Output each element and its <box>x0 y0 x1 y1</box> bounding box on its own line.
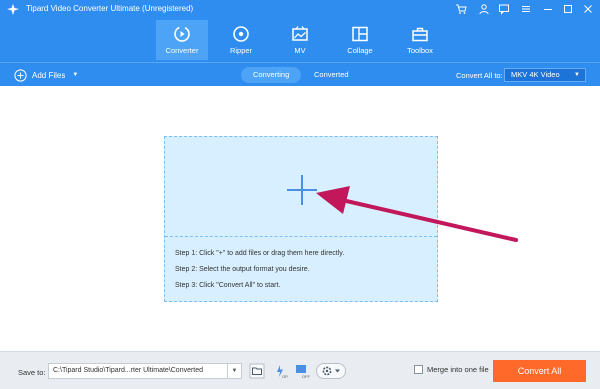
merge-checkbox[interactable] <box>414 365 423 374</box>
minimize-icon[interactable] <box>542 3 554 15</box>
output-format-select[interactable]: MKV 4K Video ▼ <box>504 68 586 82</box>
tab-converter-label: Converter <box>165 46 199 55</box>
bottom-bar: Save to: C:\Tipard Studio\Tipard...rter … <box>0 351 600 389</box>
hardware-acceleration-off-icon[interactable]: OFF <box>272 363 288 379</box>
toolbox-icon <box>412 27 428 42</box>
title-bar: Tipard Video Converter Ultimate (Unregis… <box>0 0 600 18</box>
chevron-down-icon: ▼ <box>574 72 580 78</box>
output-format-value: MKV 4K Video <box>511 70 560 79</box>
merge-label: Merge into one file <box>427 365 489 374</box>
tab-toolbox-label: Toolbox <box>407 46 433 55</box>
app-title: Tipard Video Converter Ultimate (Unregis… <box>26 4 194 13</box>
collage-icon <box>352 26 368 42</box>
convert-all-to-label: Convert All to: <box>456 71 503 80</box>
mv-icon <box>292 26 308 41</box>
tab-collage-label: Collage <box>347 46 373 55</box>
save-to-label: Save to: <box>18 368 46 377</box>
ripper-disc-icon <box>233 26 249 42</box>
add-files-label: Add Files <box>32 70 66 80</box>
save-path-field[interactable]: C:\Tipard Studio\Tipard...rter Ultimate\… <box>48 363 242 379</box>
main-nav: Converter Ripper MV Collage Toolbox <box>0 18 600 62</box>
workspace: Step 1: Click "+" to add files or drag t… <box>0 86 600 351</box>
tab-mv-label: MV <box>294 46 306 55</box>
chevron-down-icon[interactable]: ▼ <box>227 364 241 378</box>
tab-converted[interactable]: Converted <box>302 67 361 83</box>
save-path-value: C:\Tipard Studio\Tipard...rter Ultimate\… <box>53 367 204 374</box>
tab-converter[interactable]: Converter <box>156 20 208 60</box>
add-files-button[interactable]: Add Files ▼ <box>14 67 78 83</box>
tab-toolbox[interactable]: Toolbox <box>394 20 446 60</box>
add-circle-icon <box>14 68 27 82</box>
convert-all-button[interactable]: Convert All <box>493 360 586 382</box>
chevron-down-icon[interactable]: ▼ <box>72 72 78 78</box>
merge-option: Merge into one file <box>414 365 489 374</box>
tab-ripper[interactable]: Ripper <box>215 20 267 60</box>
gpu-acceleration-icon[interactable]: OFF <box>294 363 310 379</box>
converter-icon <box>174 26 190 42</box>
converter-toolbar: Add Files ▼ Converting Converted Convert… <box>0 62 600 86</box>
step-3-text: Step 3: Click "Convert All" to start. <box>175 282 281 289</box>
cart-icon[interactable] <box>455 3 467 15</box>
gear-icon <box>322 366 340 376</box>
close-icon[interactable] <box>582 3 594 15</box>
open-folder-icon[interactable] <box>249 363 265 379</box>
tab-mv[interactable]: MV <box>274 20 326 60</box>
svg-text:OFF: OFF <box>302 374 310 379</box>
plus-icon[interactable] <box>287 175 317 205</box>
app-header: Tipard Video Converter Ultimate (Unregis… <box>0 0 600 62</box>
add-file-area[interactable] <box>165 137 437 237</box>
settings-dropdown-button[interactable] <box>316 363 346 379</box>
maximize-icon[interactable] <box>562 3 574 15</box>
tab-collage[interactable]: Collage <box>334 20 386 60</box>
app-logo-icon <box>7 4 19 15</box>
tab-ripper-label: Ripper <box>229 46 253 55</box>
tab-converting[interactable]: Converting <box>241 67 302 83</box>
menu-icon[interactable] <box>520 3 532 15</box>
step-2-text: Step 2: Select the output format you des… <box>175 266 310 273</box>
drop-zone[interactable]: Step 1: Click "+" to add files or drag t… <box>164 136 438 302</box>
chat-icon[interactable] <box>498 3 510 15</box>
step-1-text: Step 1: Click "+" to add files or drag t… <box>175 250 345 257</box>
account-icon[interactable] <box>478 3 490 15</box>
svg-text:OFF: OFF <box>282 374 288 379</box>
